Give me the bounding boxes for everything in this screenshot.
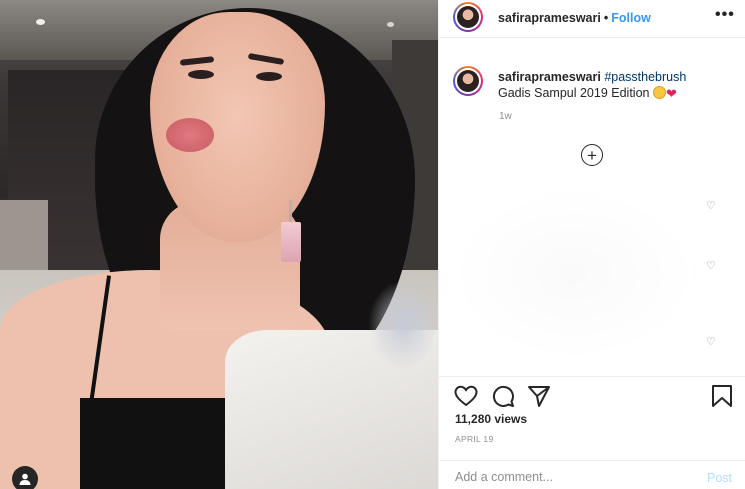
lips [166, 118, 214, 152]
heart-outline-icon[interactable]: ♡ [706, 335, 716, 348]
earring [281, 222, 301, 262]
header-username-link[interactable]: safiraprameswari [498, 11, 601, 25]
caption-timestamp[interactable]: 1w [499, 111, 512, 122]
blurred-brush [368, 280, 438, 370]
more-options-icon[interactable]: ••• [715, 6, 735, 24]
caption-username-link[interactable]: safiraprameswari [498, 70, 601, 84]
caption-avatar[interactable] [453, 66, 483, 96]
caption-text: Gadis Sampul 2019 Edition [498, 86, 650, 100]
header-user-line: safiraprameswari • Follow [498, 11, 651, 25]
separator-dot: • [603, 11, 609, 25]
post-date[interactable]: APRIL 19 [455, 434, 493, 444]
add-comment-bar: Post [439, 460, 745, 489]
earring-hook [289, 200, 292, 224]
post-actions: 11,280 views APRIL 19 [439, 376, 745, 450]
post-sidebar: safiraprameswari • Follow ••• safiraprames… [438, 0, 745, 489]
share-icon[interactable] [526, 383, 552, 409]
grinning-face-emoji [652, 86, 666, 99]
comment-input[interactable] [455, 470, 685, 484]
bookmark-icon[interactable] [709, 383, 735, 409]
post-media[interactable] [0, 0, 438, 489]
post-header: safiraprameswari • Follow ••• [439, 0, 745, 38]
eye [188, 70, 214, 79]
view-count[interactable]: 11,280 views [455, 412, 527, 426]
heart-outline-icon[interactable]: ♡ [706, 259, 716, 272]
caption: safiraprameswari #passthebrush Gadis Sam… [498, 69, 733, 102]
post-button[interactable]: Post [707, 471, 732, 485]
user-tag-button[interactable] [12, 466, 38, 489]
comment-icon[interactable] [490, 383, 516, 409]
ceiling-light [387, 22, 394, 27]
heart-outline-icon[interactable]: ♡ [706, 199, 716, 212]
heart-icon[interactable] [453, 383, 479, 409]
hashtag-link[interactable]: #passthebrush [604, 70, 686, 84]
eye [256, 72, 282, 81]
person-icon [19, 473, 31, 485]
follow-button[interactable]: Follow [611, 11, 651, 25]
avatar[interactable] [453, 2, 483, 32]
background-shelf [0, 200, 48, 280]
comments-section: safiraprameswari #passthebrush Gadis Sam… [439, 39, 745, 375]
ceiling-light [36, 19, 45, 25]
blurred-comments [449, 189, 699, 359]
red-heart-emoji: ❤ [665, 86, 677, 101]
plus-circle-icon[interactable]: + [581, 144, 603, 166]
